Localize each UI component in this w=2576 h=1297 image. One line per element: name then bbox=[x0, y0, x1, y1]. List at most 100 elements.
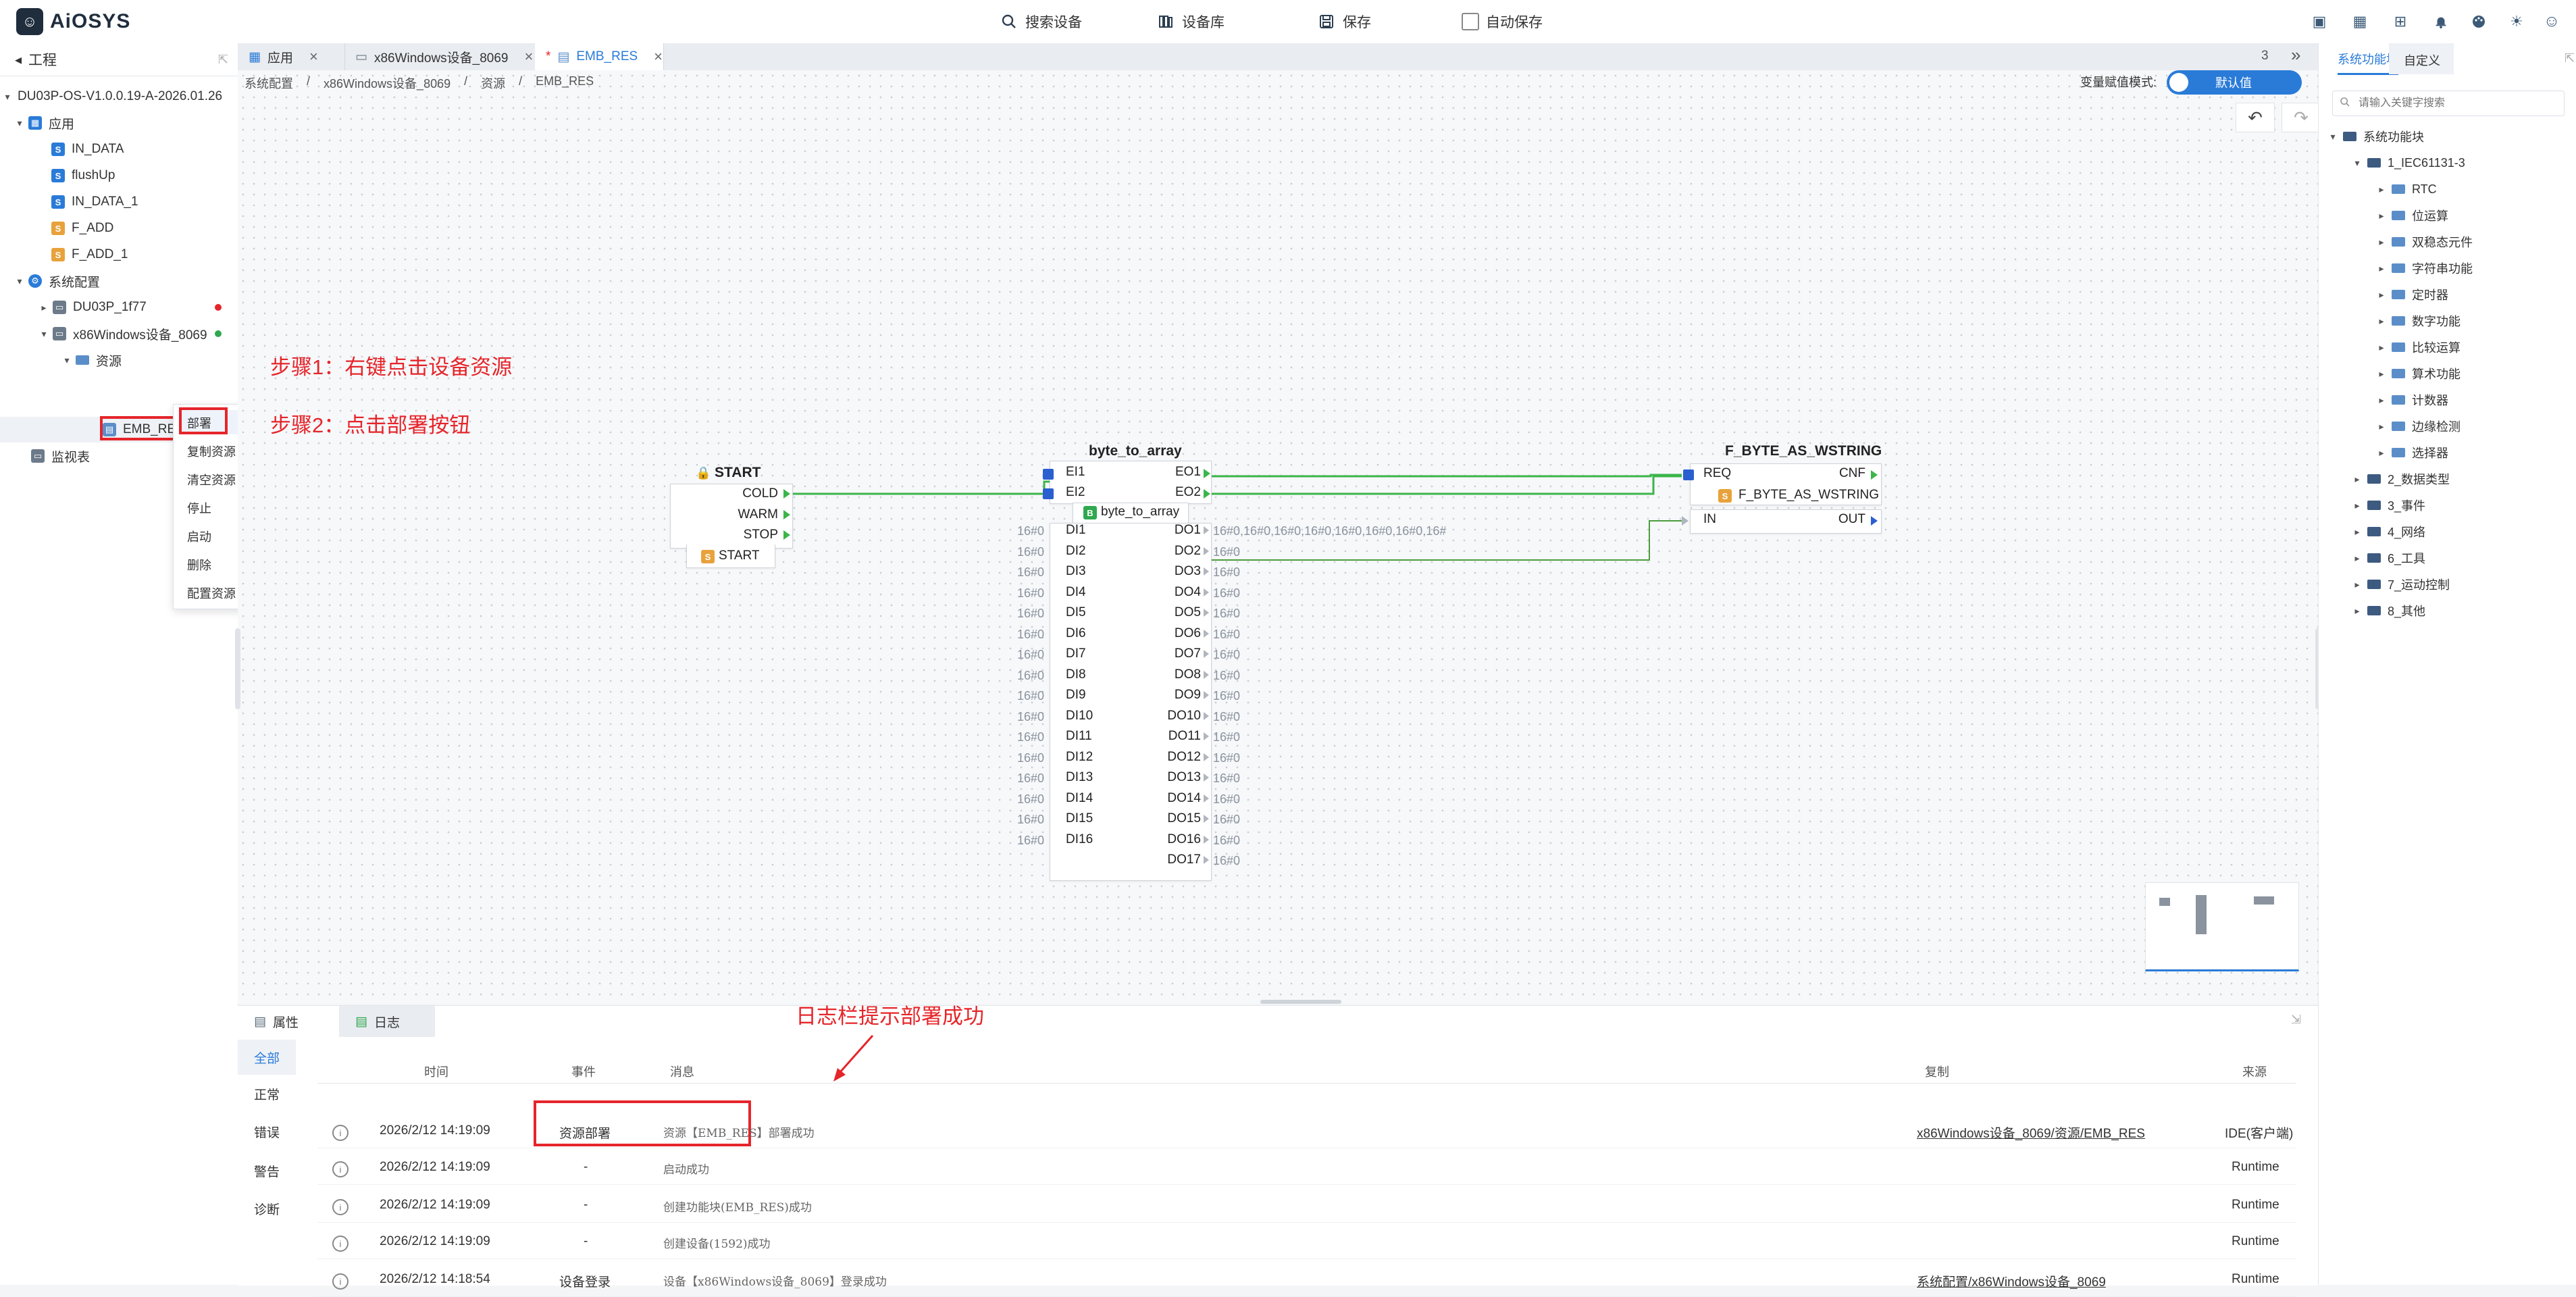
pin-cold[interactable]: COLD bbox=[684, 486, 778, 501]
pin-di[interactable]: DI5 bbox=[1066, 605, 1086, 620]
chevron-right-icon[interactable]: ▸ bbox=[2377, 210, 2386, 222]
tree-item-f-add-1[interactable]: S F_ADD_1 bbox=[47, 242, 128, 268]
chevron-down-icon[interactable]: ▾ bbox=[2352, 157, 2362, 169]
autosave-checkbox[interactable] bbox=[1462, 13, 1479, 30]
block-search-input[interactable] bbox=[2357, 97, 2549, 110]
tree-item-block-category[interactable]: ▸ 定时器 bbox=[2377, 282, 2448, 307]
pin-di[interactable]: DI2 bbox=[1066, 544, 1086, 559]
menu-item-copy-resource[interactable]: 复制资源 bbox=[187, 442, 236, 460]
collapse-panel-icon[interactable]: ⇱ bbox=[218, 53, 228, 67]
chevron-right-icon[interactable]: ▸ bbox=[2377, 184, 2386, 195]
chevron-right-icon[interactable]: ▸ bbox=[2352, 474, 2362, 485]
tree-item-in-data-1[interactable]: S IN_DATA_1 bbox=[47, 189, 138, 215]
back-arrow-icon[interactable]: ◂ bbox=[15, 51, 22, 68]
tree-item-block-category[interactable]: ▸ 6_工具 bbox=[2352, 546, 2425, 570]
expand-arrow-icon[interactable]: ▾ bbox=[15, 118, 24, 129]
menu-item-start[interactable]: 启动 bbox=[187, 528, 211, 545]
tree-item-device-x86[interactable]: ▾ ▭ x86Windows设备_8069 bbox=[39, 321, 228, 347]
tree-item-block-category[interactable]: ▾ 系统功能块 bbox=[2328, 124, 2424, 149]
monitor-icon[interactable]: ▣ bbox=[2310, 12, 2329, 31]
tree-item-device-du03p[interactable]: ▸ ▭ DU03P_1f77 bbox=[39, 295, 228, 320]
expand-arrow-icon[interactable]: ▾ bbox=[62, 355, 72, 366]
pin-do[interactable]: DO9 bbox=[1136, 688, 1201, 703]
pin-do[interactable]: DO11 bbox=[1136, 729, 1201, 744]
network-icon[interactable]: ⊞ bbox=[2391, 12, 2410, 31]
tree-item-block-category[interactable]: ▸ 边缘检测 bbox=[2377, 414, 2461, 438]
pin-di[interactable]: DI11 bbox=[1066, 729, 1092, 744]
pin-do[interactable]: DO12 bbox=[1136, 750, 1201, 765]
tab-app[interactable]: ▦ 应用 × bbox=[238, 43, 345, 70]
pin-do[interactable]: DO14 bbox=[1136, 791, 1201, 806]
tree-item-block-category[interactable]: ▸ 算术功能 bbox=[2377, 361, 2461, 386]
pin-do[interactable]: DO15 bbox=[1136, 811, 1201, 826]
chevron-right-icon[interactable]: ▸ bbox=[2377, 395, 2386, 406]
pin-do[interactable]: DO13 bbox=[1136, 770, 1201, 785]
expand-arrow-icon[interactable]: ▾ bbox=[39, 328, 49, 340]
pin-di[interactable]: DI15 bbox=[1066, 811, 1093, 826]
chevron-right-icon[interactable]: ▸ bbox=[2352, 500, 2362, 511]
pin-out[interactable]: OUT bbox=[1798, 512, 1865, 527]
filter-diagnose[interactable]: 诊断 bbox=[238, 1191, 296, 1226]
tree-item-in-data[interactable]: S IN_DATA bbox=[47, 136, 124, 162]
pin-di[interactable]: DI14 bbox=[1066, 791, 1093, 806]
pin-do[interactable]: DO17 bbox=[1136, 853, 1201, 867]
collapse-panel-icon[interactable]: ⇱ bbox=[2565, 51, 2575, 66]
pin-di[interactable]: DI7 bbox=[1066, 646, 1086, 661]
tree-item-block-category[interactable]: ▸ 4_网络 bbox=[2352, 519, 2425, 544]
tab-properties[interactable]: ▤ 属性 bbox=[238, 1006, 344, 1037]
pin-di[interactable]: DI12 bbox=[1066, 750, 1093, 765]
menu-item-delete[interactable]: 删除 bbox=[187, 556, 211, 574]
chevron-right-icon[interactable]: ▸ bbox=[2377, 289, 2386, 301]
menu-item-clear-resource[interactable]: 清空资源 bbox=[187, 471, 236, 488]
expand-arrow-icon[interactable]: ▾ bbox=[15, 276, 24, 287]
pin-req[interactable]: REQ bbox=[1703, 466, 1731, 481]
tab-log[interactable]: ▤ 日志 bbox=[339, 1006, 435, 1037]
pin-di[interactable]: DI9 bbox=[1066, 688, 1086, 703]
chevron-right-icon[interactable]: ▸ bbox=[2352, 579, 2362, 590]
autosave-toggle[interactable]: 自动保存 bbox=[1462, 11, 1543, 32]
tree-item-block-category[interactable]: ▸ 双稳态元件 bbox=[2377, 230, 2473, 254]
expand-arrow-icon[interactable]: ▸ bbox=[39, 302, 49, 313]
search-device-button[interactable]: 搜索设备 bbox=[1000, 11, 1082, 32]
pin-di[interactable]: DI6 bbox=[1066, 626, 1086, 641]
tree-item-system-config[interactable]: ▾ ⚙ 系统配置 bbox=[15, 268, 100, 294]
pin-do[interactable]: DO5 bbox=[1136, 605, 1201, 620]
bell-icon[interactable] bbox=[2431, 12, 2450, 31]
tree-item-block-category[interactable]: ▸ 3_事件 bbox=[2352, 493, 2425, 517]
chevron-down-icon[interactable]: ▾ bbox=[2328, 131, 2338, 143]
pin-di[interactable]: DI8 bbox=[1066, 667, 1086, 682]
tab-emb-res[interactable]: * ▤ EMB_RES × bbox=[535, 43, 664, 70]
filter-normal[interactable]: 正常 bbox=[238, 1076, 296, 1111]
device-library-button[interactable]: 设备库 bbox=[1156, 11, 1225, 32]
tree-item-block-category[interactable]: ▸ 8_其他 bbox=[2352, 599, 2425, 623]
pin-eo1[interactable]: EO1 bbox=[1136, 465, 1201, 480]
tree-item-watch-table[interactable]: ▭ 监视表 bbox=[27, 443, 90, 469]
tree-item-block-category[interactable]: ▸ RTC bbox=[2377, 177, 2436, 201]
tree-item-block-category[interactable]: ▸ 数字功能 bbox=[2377, 309, 2461, 333]
filter-error[interactable]: 错误 bbox=[238, 1114, 296, 1149]
chevron-right-icon[interactable]: ▸ bbox=[2377, 368, 2386, 380]
chevron-right-icon[interactable]: ▸ bbox=[2352, 605, 2362, 617]
close-icon[interactable]: × bbox=[654, 48, 663, 66]
close-icon[interactable]: × bbox=[309, 48, 318, 66]
pin-do[interactable]: DO10 bbox=[1136, 709, 1201, 723]
pin-eo2[interactable]: EO2 bbox=[1136, 485, 1201, 500]
tree-item-block-category[interactable]: ▸ 位运算 bbox=[2377, 203, 2448, 228]
tree-item-app[interactable]: ▾ ▦ 应用 bbox=[15, 110, 74, 136]
pin-in[interactable]: IN bbox=[1703, 512, 1716, 527]
chevron-right-icon[interactable]: ▸ bbox=[2377, 421, 2386, 432]
pin-do[interactable]: DO7 bbox=[1136, 646, 1201, 661]
pin-di[interactable]: DI10 bbox=[1066, 709, 1093, 723]
tab-custom[interactable]: 自定义 bbox=[2404, 51, 2440, 69]
close-icon[interactable]: × bbox=[525, 48, 534, 66]
log-copy-link[interactable]: 系统配置/x86Windows设备_8069 bbox=[1917, 1272, 2106, 1290]
tree-item-block-category[interactable]: ▾ 1_IEC61131-3 bbox=[2352, 151, 2465, 175]
pin-do[interactable]: DO1 bbox=[1136, 523, 1201, 538]
pin-do[interactable]: DO3 bbox=[1136, 564, 1201, 579]
pin-do[interactable]: DO8 bbox=[1136, 667, 1201, 682]
palette-icon[interactable] bbox=[2469, 12, 2488, 31]
tab-device-x86[interactable]: ▭ x86Windows设备_8069 × bbox=[344, 43, 549, 70]
pin-di[interactable]: DI1 bbox=[1066, 523, 1086, 538]
pin-ei2[interactable]: EI2 bbox=[1066, 485, 1085, 500]
avatar[interactable]: ☺ bbox=[2542, 12, 2561, 31]
